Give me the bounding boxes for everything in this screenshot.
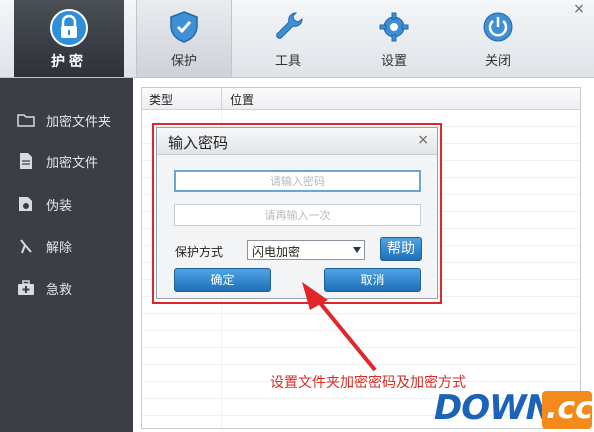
watermark-brand: DOWN bbox=[434, 388, 554, 428]
tab-tools[interactable]: 工具 bbox=[241, 0, 335, 77]
tab-close[interactable]: 关闭 bbox=[451, 0, 545, 77]
disguise-icon bbox=[19, 197, 32, 211]
row-line bbox=[142, 313, 580, 314]
top-toolbar: 护密 保护 工具 设置 关闭 × bbox=[0, 0, 594, 78]
row-line bbox=[142, 330, 580, 331]
sidebar-item-label: 急救 bbox=[46, 283, 73, 298]
site-watermark: DOWN .cc bbox=[432, 385, 594, 432]
file-icon bbox=[20, 153, 32, 169]
tab-label: 保护 bbox=[170, 54, 197, 69]
row-line bbox=[142, 364, 580, 365]
app-window: 护密 保护 工具 设置 关闭 × 加密文件夹 加密文件 伪装 解除 急救 类型 … bbox=[0, 0, 594, 432]
lock-shield-icon bbox=[50, 9, 88, 47]
column-divider[interactable] bbox=[221, 88, 222, 109]
wrench-icon bbox=[276, 12, 303, 39]
tab-label: 工具 bbox=[274, 54, 301, 69]
logo-tab[interactable]: 护密 bbox=[14, 0, 124, 77]
logo-label: 护密 bbox=[51, 54, 87, 70]
power-icon bbox=[483, 12, 513, 42]
sidebar: 加密文件夹 加密文件 伪装 解除 急救 bbox=[0, 78, 133, 432]
unlock-icon bbox=[20, 239, 32, 254]
shield-icon bbox=[170, 11, 198, 43]
watermark-suffix: .cc bbox=[546, 391, 593, 426]
row-line bbox=[142, 347, 580, 348]
sidebar-item-first-aid[interactable]: 急救 bbox=[0, 268, 133, 308]
column-type[interactable]: 类型 bbox=[149, 91, 173, 108]
list-header: 类型 位置 bbox=[142, 88, 580, 110]
tab-protect[interactable]: 保护 bbox=[136, 0, 232, 77]
sidebar-item-label: 加密文件夹 bbox=[46, 115, 112, 130]
sidebar-item-label: 伪装 bbox=[46, 199, 73, 214]
sidebar-item-encrypt-folder[interactable]: 加密文件夹 bbox=[0, 100, 133, 140]
folder-icon bbox=[17, 114, 35, 127]
sidebar-item-label: 加密文件 bbox=[46, 156, 99, 171]
sidebar-item-encrypt-file[interactable]: 加密文件 bbox=[0, 141, 133, 181]
gear-icon bbox=[379, 12, 409, 42]
sidebar-item-disguise[interactable]: 伪装 bbox=[0, 184, 133, 224]
tab-label: 设置 bbox=[380, 54, 407, 69]
tab-label: 关闭 bbox=[484, 54, 511, 69]
tab-settings[interactable]: 设置 bbox=[347, 0, 441, 77]
watermark-badge: .cc bbox=[542, 391, 593, 429]
window-close-button[interactable]: × bbox=[572, 2, 586, 16]
sidebar-item-remove[interactable]: 解除 bbox=[0, 226, 133, 266]
sidebar-item-label: 解除 bbox=[46, 241, 73, 256]
first-aid-icon bbox=[18, 280, 34, 295]
annotation-highlight-box bbox=[152, 123, 442, 304]
column-location[interactable]: 位置 bbox=[230, 91, 254, 108]
